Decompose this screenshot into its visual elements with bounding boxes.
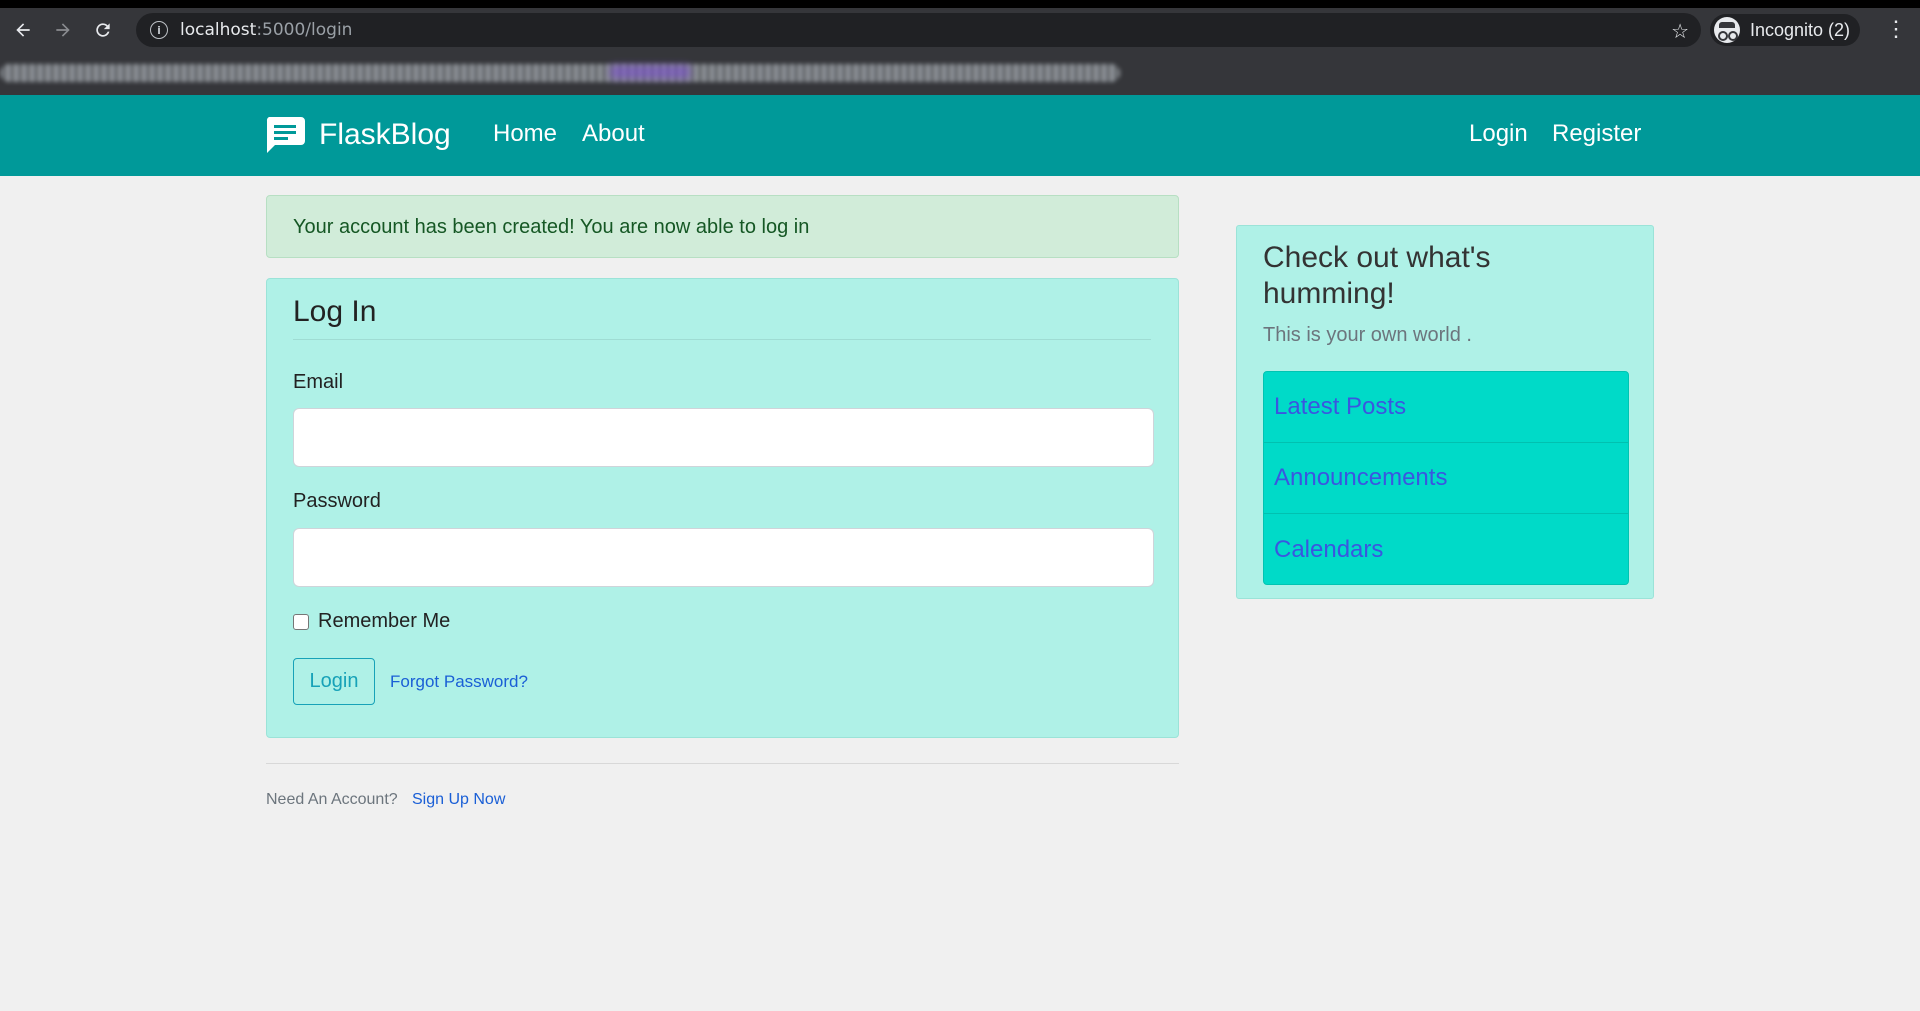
incognito-profile-button[interactable]: Incognito (2) (1710, 14, 1861, 46)
sign-up-link[interactable]: Sign Up Now (412, 791, 505, 809)
blurred-bookmarks (0, 64, 1120, 82)
window-top-edge (0, 0, 1920, 8)
remember-me[interactable]: Remember Me (293, 610, 450, 633)
sidebar: Check out what's humming! This is your o… (1236, 225, 1654, 599)
reload-icon (96, 23, 110, 37)
login-form: Log In Email Password Remember Me Login … (266, 278, 1179, 738)
address-bar[interactable]: i localhost:5000/login ☆ (136, 13, 1701, 47)
browser-toolbar: i localhost:5000/login ☆ Incognito (2) ⋮ (0, 8, 1920, 52)
sidebar-list: Latest Posts Announcements Calendars (1263, 371, 1629, 585)
url-host: localhost (180, 20, 257, 40)
divider (266, 763, 1179, 764)
more-menu-icon[interactable]: ⋮ (1885, 18, 1907, 40)
back-button[interactable] (6, 13, 40, 47)
forward-button[interactable] (46, 13, 80, 47)
bookmark-star-icon[interactable]: ☆ (1671, 19, 1689, 43)
reload-button[interactable] (86, 13, 120, 47)
incognito-icon (1714, 17, 1740, 43)
arrow-right-icon (56, 23, 70, 37)
brand-link[interactable]: FlaskBlog (265, 117, 451, 153)
nav-login-link[interactable]: Login (1469, 120, 1528, 148)
password-label: Password (293, 490, 381, 512)
nav-about-link[interactable]: About (582, 120, 645, 148)
arrow-left-icon (16, 23, 30, 37)
sidebar-item-calendars[interactable]: Calendars (1264, 514, 1628, 585)
login-button[interactable]: Login (293, 658, 375, 705)
sidebar-item-announcements[interactable]: Announcements (1264, 443, 1628, 514)
email-label: Email (293, 371, 344, 393)
need-account-text: Need An Account? (266, 791, 398, 808)
info-icon[interactable]: i (150, 21, 168, 39)
nav-home-link[interactable]: Home (493, 120, 557, 148)
email-field[interactable] (293, 408, 1154, 467)
url-path: :5000/login (256, 20, 353, 40)
password-field[interactable] (293, 528, 1154, 587)
profile-label: Incognito (2) (1750, 19, 1851, 40)
brand-name: FlaskBlog (319, 118, 451, 151)
bookmarks-bar (0, 52, 1920, 95)
comment-icon (266, 117, 305, 153)
sidebar-title: Check out what's humming! (1263, 241, 1491, 310)
remember-checkbox[interactable] (293, 613, 309, 630)
nav-register-link[interactable]: Register (1552, 120, 1641, 148)
sidebar-item-latest-posts[interactable]: Latest Posts (1264, 372, 1628, 443)
sidebar-subtitle: This is your own world . (1263, 324, 1472, 346)
form-title: Log In (293, 295, 1151, 340)
site-navbar: FlaskBlog Home About Login Register (0, 95, 1920, 176)
success-alert: Your account has been created! You are n… (266, 195, 1179, 258)
forgot-password-link[interactable]: Forgot Password? (390, 672, 528, 692)
blurred-bookmark-accent (610, 65, 690, 79)
remember-label: Remember Me (318, 610, 451, 632)
